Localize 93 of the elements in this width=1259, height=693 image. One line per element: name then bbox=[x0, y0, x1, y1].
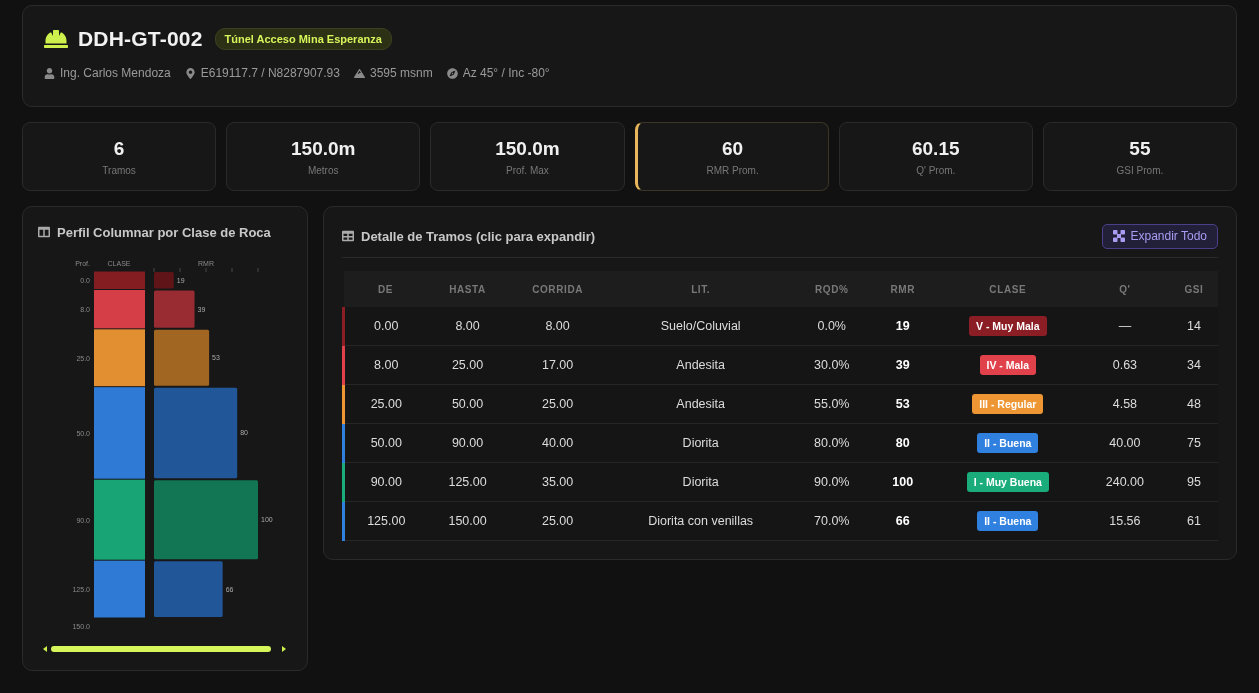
class-strip bbox=[94, 560, 145, 618]
user-icon bbox=[44, 67, 55, 79]
table-cell: 53 bbox=[895, 397, 910, 411]
table-cell: 50.00 bbox=[451, 397, 484, 411]
table-cell: 100 bbox=[892, 475, 914, 489]
table-cell: — bbox=[1118, 319, 1132, 333]
panel-title: Detalle de Tramos (clic para expandir) bbox=[361, 228, 596, 244]
class-badge: II - Buena bbox=[977, 511, 1039, 531]
panel-title: Perfil Columnar por Clase de Roca bbox=[57, 224, 271, 240]
table-cell: 17.00 bbox=[541, 358, 574, 372]
table-cell: 25.00 bbox=[541, 397, 574, 411]
expand-icon bbox=[1112, 230, 1125, 242]
table-cell: 55.0% bbox=[814, 397, 850, 411]
stat-label: RMR Prom. bbox=[706, 164, 759, 176]
table-cell: 30.0% bbox=[814, 358, 850, 372]
table-cell: 39 bbox=[895, 358, 910, 372]
compass-icon bbox=[446, 67, 458, 79]
table-cell: 25.00 bbox=[370, 397, 402, 411]
table-cell: 90.0% bbox=[814, 475, 850, 489]
hard-hat-icon bbox=[44, 27, 68, 51]
drillhole-title: DDH-GT-002 bbox=[78, 27, 203, 51]
table-cell: 90.00 bbox=[451, 436, 484, 450]
table-cell: 80 bbox=[895, 436, 910, 450]
column-header: Q' bbox=[1079, 271, 1170, 307]
table-cell: 80.0% bbox=[814, 436, 850, 450]
table-cell: 0.0% bbox=[817, 319, 846, 333]
table-cell: Suelo/Coluvial bbox=[660, 319, 741, 333]
table-cell: 48 bbox=[1187, 397, 1201, 411]
class-badge: IV - Mala bbox=[979, 355, 1037, 375]
stat-value: 6 bbox=[113, 137, 125, 160]
table-cell: Diorita con venillas bbox=[648, 514, 754, 528]
table-cell: 34 bbox=[1187, 358, 1201, 372]
table-cell: Andesita bbox=[676, 397, 725, 411]
table-cell: 70.0% bbox=[814, 514, 850, 528]
table-cell: 25.00 bbox=[541, 514, 574, 528]
columns-icon bbox=[38, 226, 50, 238]
table-cell: 50.00 bbox=[370, 436, 402, 450]
column-header: CORRIDA bbox=[507, 271, 608, 307]
table-cell: 66 bbox=[895, 514, 910, 528]
table-cell: 61 bbox=[1187, 514, 1201, 528]
column-header: LIT. bbox=[607, 271, 794, 307]
table-cell: Andesita bbox=[676, 358, 725, 372]
table-cell: 40.00 bbox=[541, 436, 574, 450]
table-cell: 19 bbox=[895, 319, 910, 333]
table-icon bbox=[342, 230, 354, 242]
column-header: HASTA bbox=[427, 271, 508, 307]
stat-label: GSI Prom. bbox=[1116, 164, 1164, 176]
table-cell: 14 bbox=[1187, 319, 1201, 333]
table-cell: 40.00 bbox=[1109, 436, 1141, 450]
table-cell: Diorita bbox=[682, 475, 719, 489]
column-header: GSI bbox=[1169, 271, 1218, 307]
table-cell: 240.00 bbox=[1105, 475, 1144, 489]
project-tag: Túnel Acceso Mina Esperanza bbox=[214, 28, 392, 50]
table-cell: 0.00 bbox=[374, 319, 399, 333]
table-cell: 0.63 bbox=[1112, 358, 1138, 372]
class-badge: I - Muy Buena bbox=[966, 472, 1049, 492]
class-badge: III - Regular bbox=[972, 394, 1044, 414]
column-header: RMR bbox=[869, 271, 936, 307]
table-cell: 125.00 bbox=[448, 475, 487, 489]
meta-text: Ing. Carlos Mendoza bbox=[60, 66, 171, 80]
table-cell: 35.00 bbox=[541, 475, 574, 489]
table-cell: 15.56 bbox=[1109, 514, 1141, 528]
map-pin-icon bbox=[184, 67, 196, 79]
class-badge: V - Muy Mala bbox=[969, 316, 1047, 336]
column-header: DE bbox=[343, 271, 428, 307]
table-cell: 95 bbox=[1187, 475, 1201, 489]
table-cell: 8.00 bbox=[374, 358, 399, 372]
stat-label: Prof. Max bbox=[506, 164, 549, 176]
table-cell: 8.00 bbox=[455, 319, 480, 333]
table-cell: 8.00 bbox=[545, 319, 570, 333]
table-cell: 4.58 bbox=[1112, 397, 1138, 411]
stat-value: 55 bbox=[1129, 137, 1151, 160]
meta-text: 3595 msnm bbox=[369, 66, 433, 80]
column-header: CLASE bbox=[935, 271, 1080, 307]
stat-value: 150.0m bbox=[291, 137, 356, 160]
table-cell: Diorita bbox=[682, 436, 719, 450]
table-cell: 25.00 bbox=[451, 358, 484, 372]
table-cell: 90.00 bbox=[370, 475, 402, 489]
table-cell: 125.00 bbox=[367, 514, 406, 528]
meta-text: Az 45° / Inc -80° bbox=[462, 66, 550, 80]
stat-label: Metros bbox=[307, 164, 339, 176]
table-cell: 75 bbox=[1187, 436, 1201, 450]
stat-value: 60.15 bbox=[911, 137, 960, 160]
stat-value: 60 bbox=[722, 137, 744, 160]
mountain-icon bbox=[353, 67, 365, 79]
stat-label: Q' Prom. bbox=[916, 164, 956, 176]
table-cell: 150.00 bbox=[448, 514, 487, 528]
stat-label: Tramos bbox=[102, 164, 136, 176]
expand-all-button[interactable]: Expandir Todo bbox=[1101, 223, 1218, 249]
stat-value: 150.0m bbox=[495, 137, 560, 160]
class-badge: II - Buena bbox=[977, 433, 1039, 453]
meta-text: E619117.7 / N8287907.93 bbox=[200, 66, 340, 80]
column-header: RQD% bbox=[793, 271, 870, 307]
